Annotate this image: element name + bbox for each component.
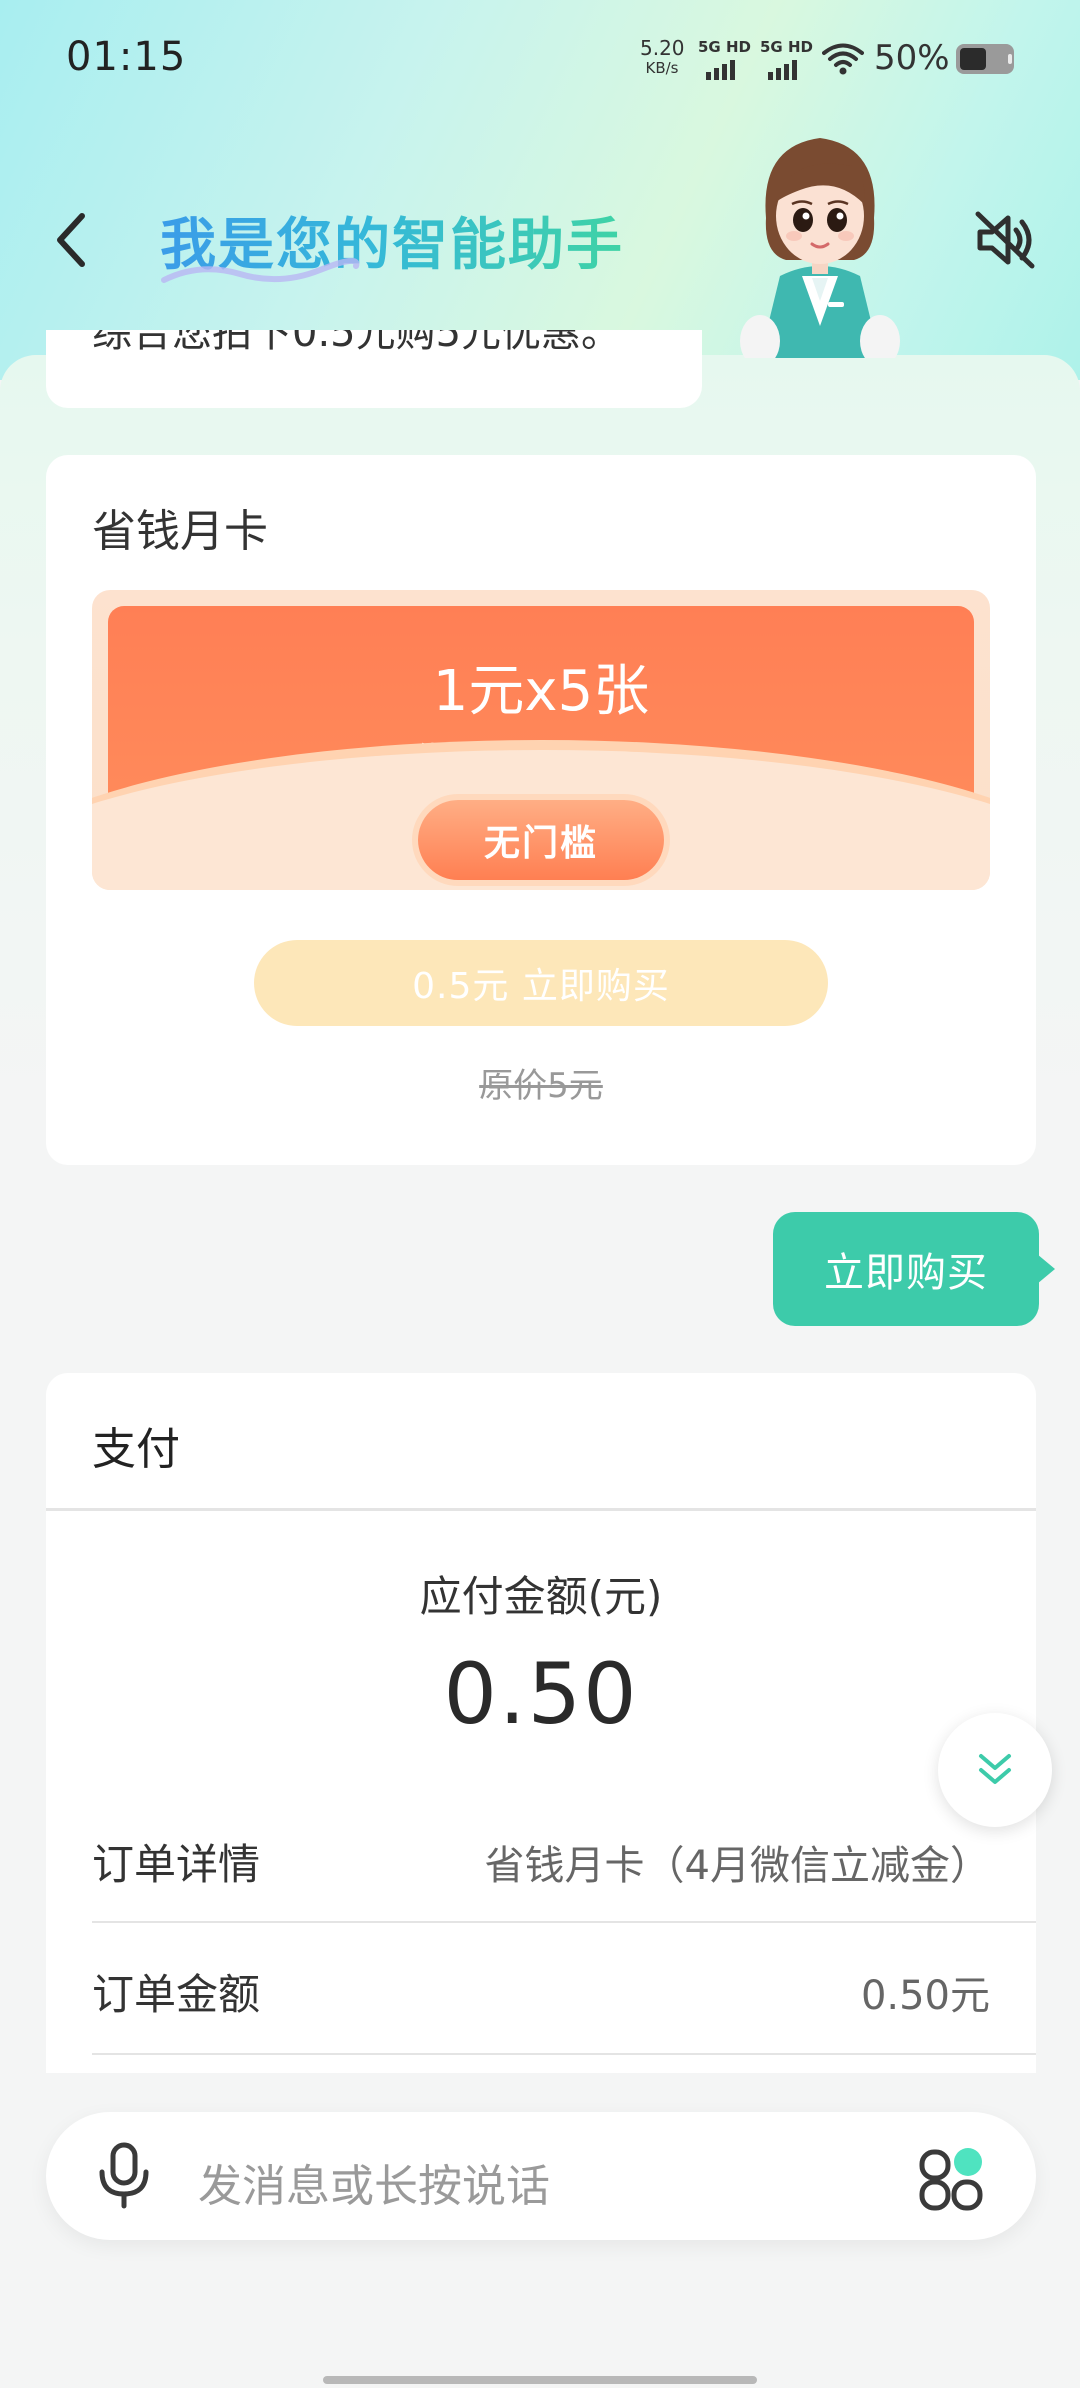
status-bar: 01:15 5.20 KB/s 5G HD 5G HD 50% (0, 0, 1080, 120)
order-amount-value: 0.50元 (860, 1973, 990, 2019)
message-input-bar[interactable]: 发消息或长按说话 (46, 2112, 1036, 2240)
back-button[interactable] (44, 205, 96, 275)
saving-card-title: 省钱月卡 (92, 506, 268, 557)
network-speed-unit: KB/s (645, 59, 679, 77)
no-threshold-label: 无门槛 (483, 823, 598, 864)
assistant-message-text: 综合您拍下0.5元购5元优惠。 (92, 330, 622, 356)
apps-icon[interactable] (916, 2142, 988, 2212)
original-price: 原价5元 (479, 1066, 603, 1106)
wifi-icon (822, 43, 864, 75)
assistant-message-bubble: 综合您拍下0.5元购5元优惠。 (46, 330, 702, 408)
no-threshold-badge: 无门槛 (418, 800, 664, 880)
double-chevron-down-icon (979, 1754, 1011, 1784)
signal-2-label: 5G HD (760, 38, 813, 56)
mute-button[interactable] (974, 210, 1038, 270)
coupon-amount: 1元x5张 (432, 659, 650, 724)
home-indicator[interactable] (323, 2376, 757, 2384)
assistant-avatar (740, 138, 900, 358)
buy-now-button[interactable]: 0.5元 立即购买 (254, 940, 828, 1026)
saving-monthly-card: 省钱月卡 1元x5张 微信立减金1元 无门槛 0.5元 立即购买 原价5元 (46, 455, 1036, 1165)
signal-strength-1-icon: 5G HD (698, 38, 751, 80)
payment-title: 支付 (92, 1424, 180, 1475)
network-speed-value: 5.20 (640, 36, 685, 60)
coupon-card[interactable]: 1元x5张 微信立减金1元 无门槛 (92, 590, 990, 890)
status-time: 01:15 (66, 34, 187, 80)
payment-divider (46, 1508, 1036, 1511)
message-input-placeholder[interactable]: 发消息或长按说话 (198, 2150, 550, 2214)
assistant-chat-screen: 01:15 5.20 KB/s 5G HD 5G HD 50% 我是您的智能助手 (0, 0, 1080, 2388)
order-amount-label: 订单金额 (92, 1970, 261, 2019)
speaker-muted-icon (975, 211, 1035, 269)
microphone-icon[interactable] (96, 2142, 152, 2210)
signal-strength-2-icon: 5G HD (760, 38, 813, 80)
chevron-left-icon (57, 213, 85, 267)
row-divider (92, 2053, 1036, 2055)
order-detail-value: 省钱月卡（4月微信立减金） (484, 1843, 990, 1889)
signal-1-label: 5G HD (698, 38, 751, 56)
order-detail-label: 订单详情 (92, 1840, 261, 1889)
network-speed: 5.20 KB/s (640, 36, 685, 77)
title-underline-decoration (161, 258, 360, 283)
scroll-to-bottom-button[interactable] (938, 1713, 1052, 1827)
amount-due-value: 0.50 (443, 1645, 639, 1743)
amount-due-label: 应付金额(元) (419, 1572, 663, 1621)
user-message-bubble: 立即购买 (773, 1212, 1055, 1326)
payment-card: 支付 应付金额(元) 0.50 订单详情 省钱月卡（4月微信立减金） 订单金额 … (46, 1373, 1036, 2073)
battery-percent: 50% (874, 38, 950, 78)
user-message-text: 立即购买 (824, 1250, 988, 1296)
row-divider (92, 1921, 1036, 1923)
buy-now-label: 0.5元 立即购买 (412, 966, 670, 1007)
battery-icon (956, 44, 1014, 74)
